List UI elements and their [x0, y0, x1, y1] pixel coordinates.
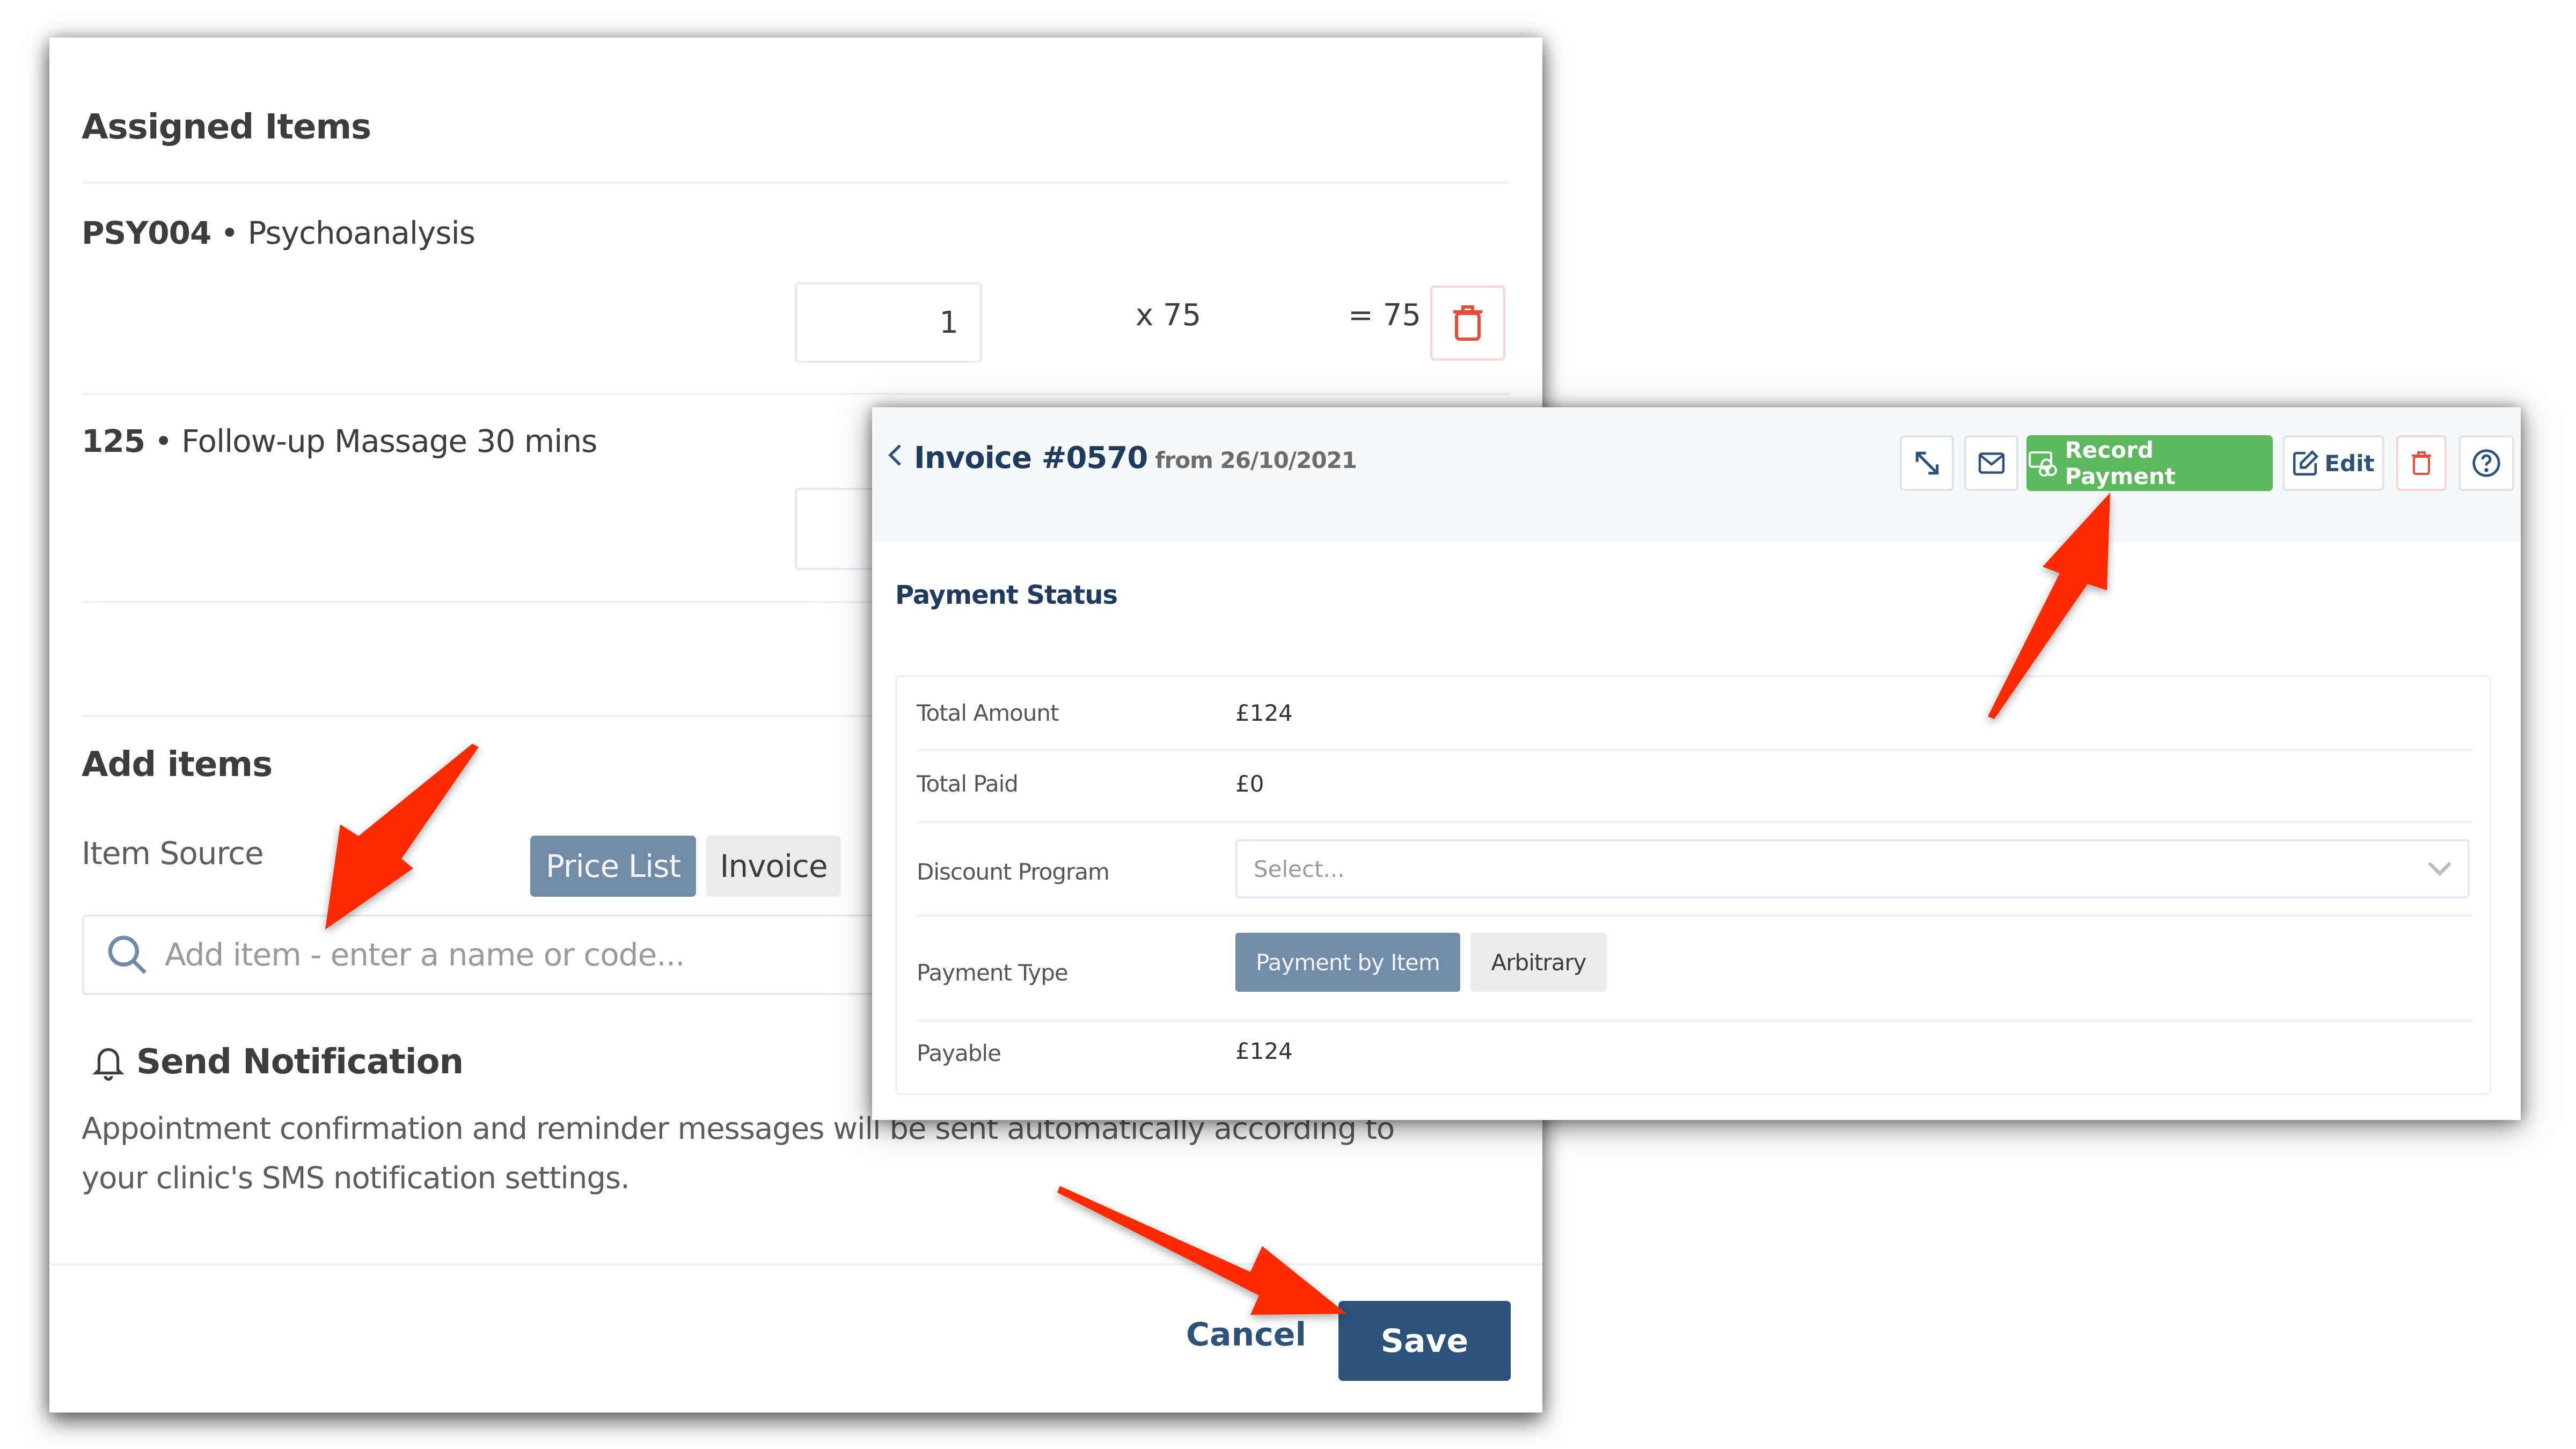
item-source-label: Item Source: [82, 835, 264, 872]
help-icon: [2472, 449, 2500, 477]
arbitrary-toggle[interactable]: Arbitrary: [1470, 933, 1607, 992]
line-total: = 75: [1348, 298, 1421, 333]
item-name: Psychoanalysis: [247, 215, 475, 251]
delete-invoice-button[interactable]: [2396, 435, 2447, 491]
trash-icon: [2412, 451, 2431, 475]
item-code: 125: [82, 423, 145, 459]
divider: [82, 393, 1509, 395]
bell-icon: [92, 1048, 125, 1081]
unit-price: x 75: [1136, 298, 1202, 333]
payment-by-item-toggle[interactable]: Payment by Item: [1235, 933, 1460, 992]
search-placeholder: Add item - enter a name or code...: [165, 936, 685, 973]
expand-icon: [1915, 451, 1938, 475]
quantity-input[interactable]: 1: [795, 282, 982, 363]
chevron-down-icon: [2428, 862, 2451, 876]
search-icon: [108, 935, 147, 974]
edit-button[interactable]: Edit: [2282, 435, 2384, 491]
save-button[interactable]: Save: [1338, 1301, 1511, 1381]
total-amount-label: Total Amount: [917, 700, 1059, 726]
invoice-toggle[interactable]: Invoice: [706, 836, 841, 897]
invoice-panel: Invoice #0570 from 26/10/2021 Record Pay…: [872, 407, 2521, 1120]
email-button[interactable]: [1964, 435, 2018, 491]
remove-item-button[interactable]: [1430, 286, 1505, 361]
quantity-value: 1: [939, 305, 958, 340]
invoice-date: from 26/10/2021: [1155, 447, 1357, 473]
notification-title: Send Notification: [136, 1042, 464, 1082]
payment-icon: [2029, 451, 2057, 477]
total-paid-label: Total Paid: [917, 771, 1019, 797]
mail-icon: [1978, 452, 2004, 474]
back-chevron-icon[interactable]: [887, 442, 903, 468]
notification-text-line: your clinic's SMS notification settings.: [82, 1161, 630, 1196]
divider: [917, 749, 2473, 751]
invoice-title-row: Invoice #0570 from 26/10/2021: [887, 441, 1357, 475]
separator: •: [145, 423, 182, 459]
payable-label: Payable: [917, 1040, 1001, 1066]
edit-icon: [2293, 450, 2319, 476]
divider: [917, 1020, 2473, 1022]
assigned-item-title: 125 • Follow-up Massage 30 mins: [82, 423, 597, 459]
assigned-items-heading: Assigned Items: [82, 107, 371, 147]
divider: [917, 821, 2473, 823]
record-payment-label: Record Payment: [2065, 437, 2176, 489]
total-paid-value: £0: [1235, 771, 1264, 797]
cancel-button[interactable]: Cancel: [1186, 1316, 1306, 1353]
send-notification-heading: Send Notification: [92, 1042, 464, 1082]
item-code: PSY004: [82, 215, 211, 251]
expand-button[interactable]: [1900, 435, 1954, 491]
record-payment-button[interactable]: Record Payment: [2026, 435, 2273, 491]
select-placeholder: Select...: [1254, 855, 1345, 882]
help-button[interactable]: [2458, 435, 2514, 491]
price-list-toggle[interactable]: Price List: [530, 836, 696, 897]
assigned-item-title: PSY004 • Psychoanalysis: [82, 215, 475, 251]
discount-program-label: Discount Program: [917, 859, 1110, 885]
trash-icon: [1453, 305, 1482, 341]
total-amount-value: £124: [1235, 700, 1293, 726]
payable-value: £124: [1235, 1038, 1293, 1064]
divider: [917, 914, 2473, 917]
payment-status-heading: Payment Status: [895, 580, 1118, 610]
invoice-title: Invoice #0570: [914, 441, 1148, 475]
payment-status-table: Total Amount £124 Total Paid £0 Discount…: [895, 675, 2491, 1095]
footer-divider: [49, 1263, 1542, 1265]
payment-type-label: Payment Type: [917, 960, 1069, 986]
edit-label: Edit: [2324, 450, 2375, 477]
divider: [82, 181, 1509, 184]
separator: •: [211, 215, 248, 251]
discount-program-select[interactable]: Select...: [1235, 839, 2470, 898]
item-name: Follow-up Massage 30 mins: [181, 423, 597, 459]
add-items-heading: Add items: [82, 745, 273, 785]
